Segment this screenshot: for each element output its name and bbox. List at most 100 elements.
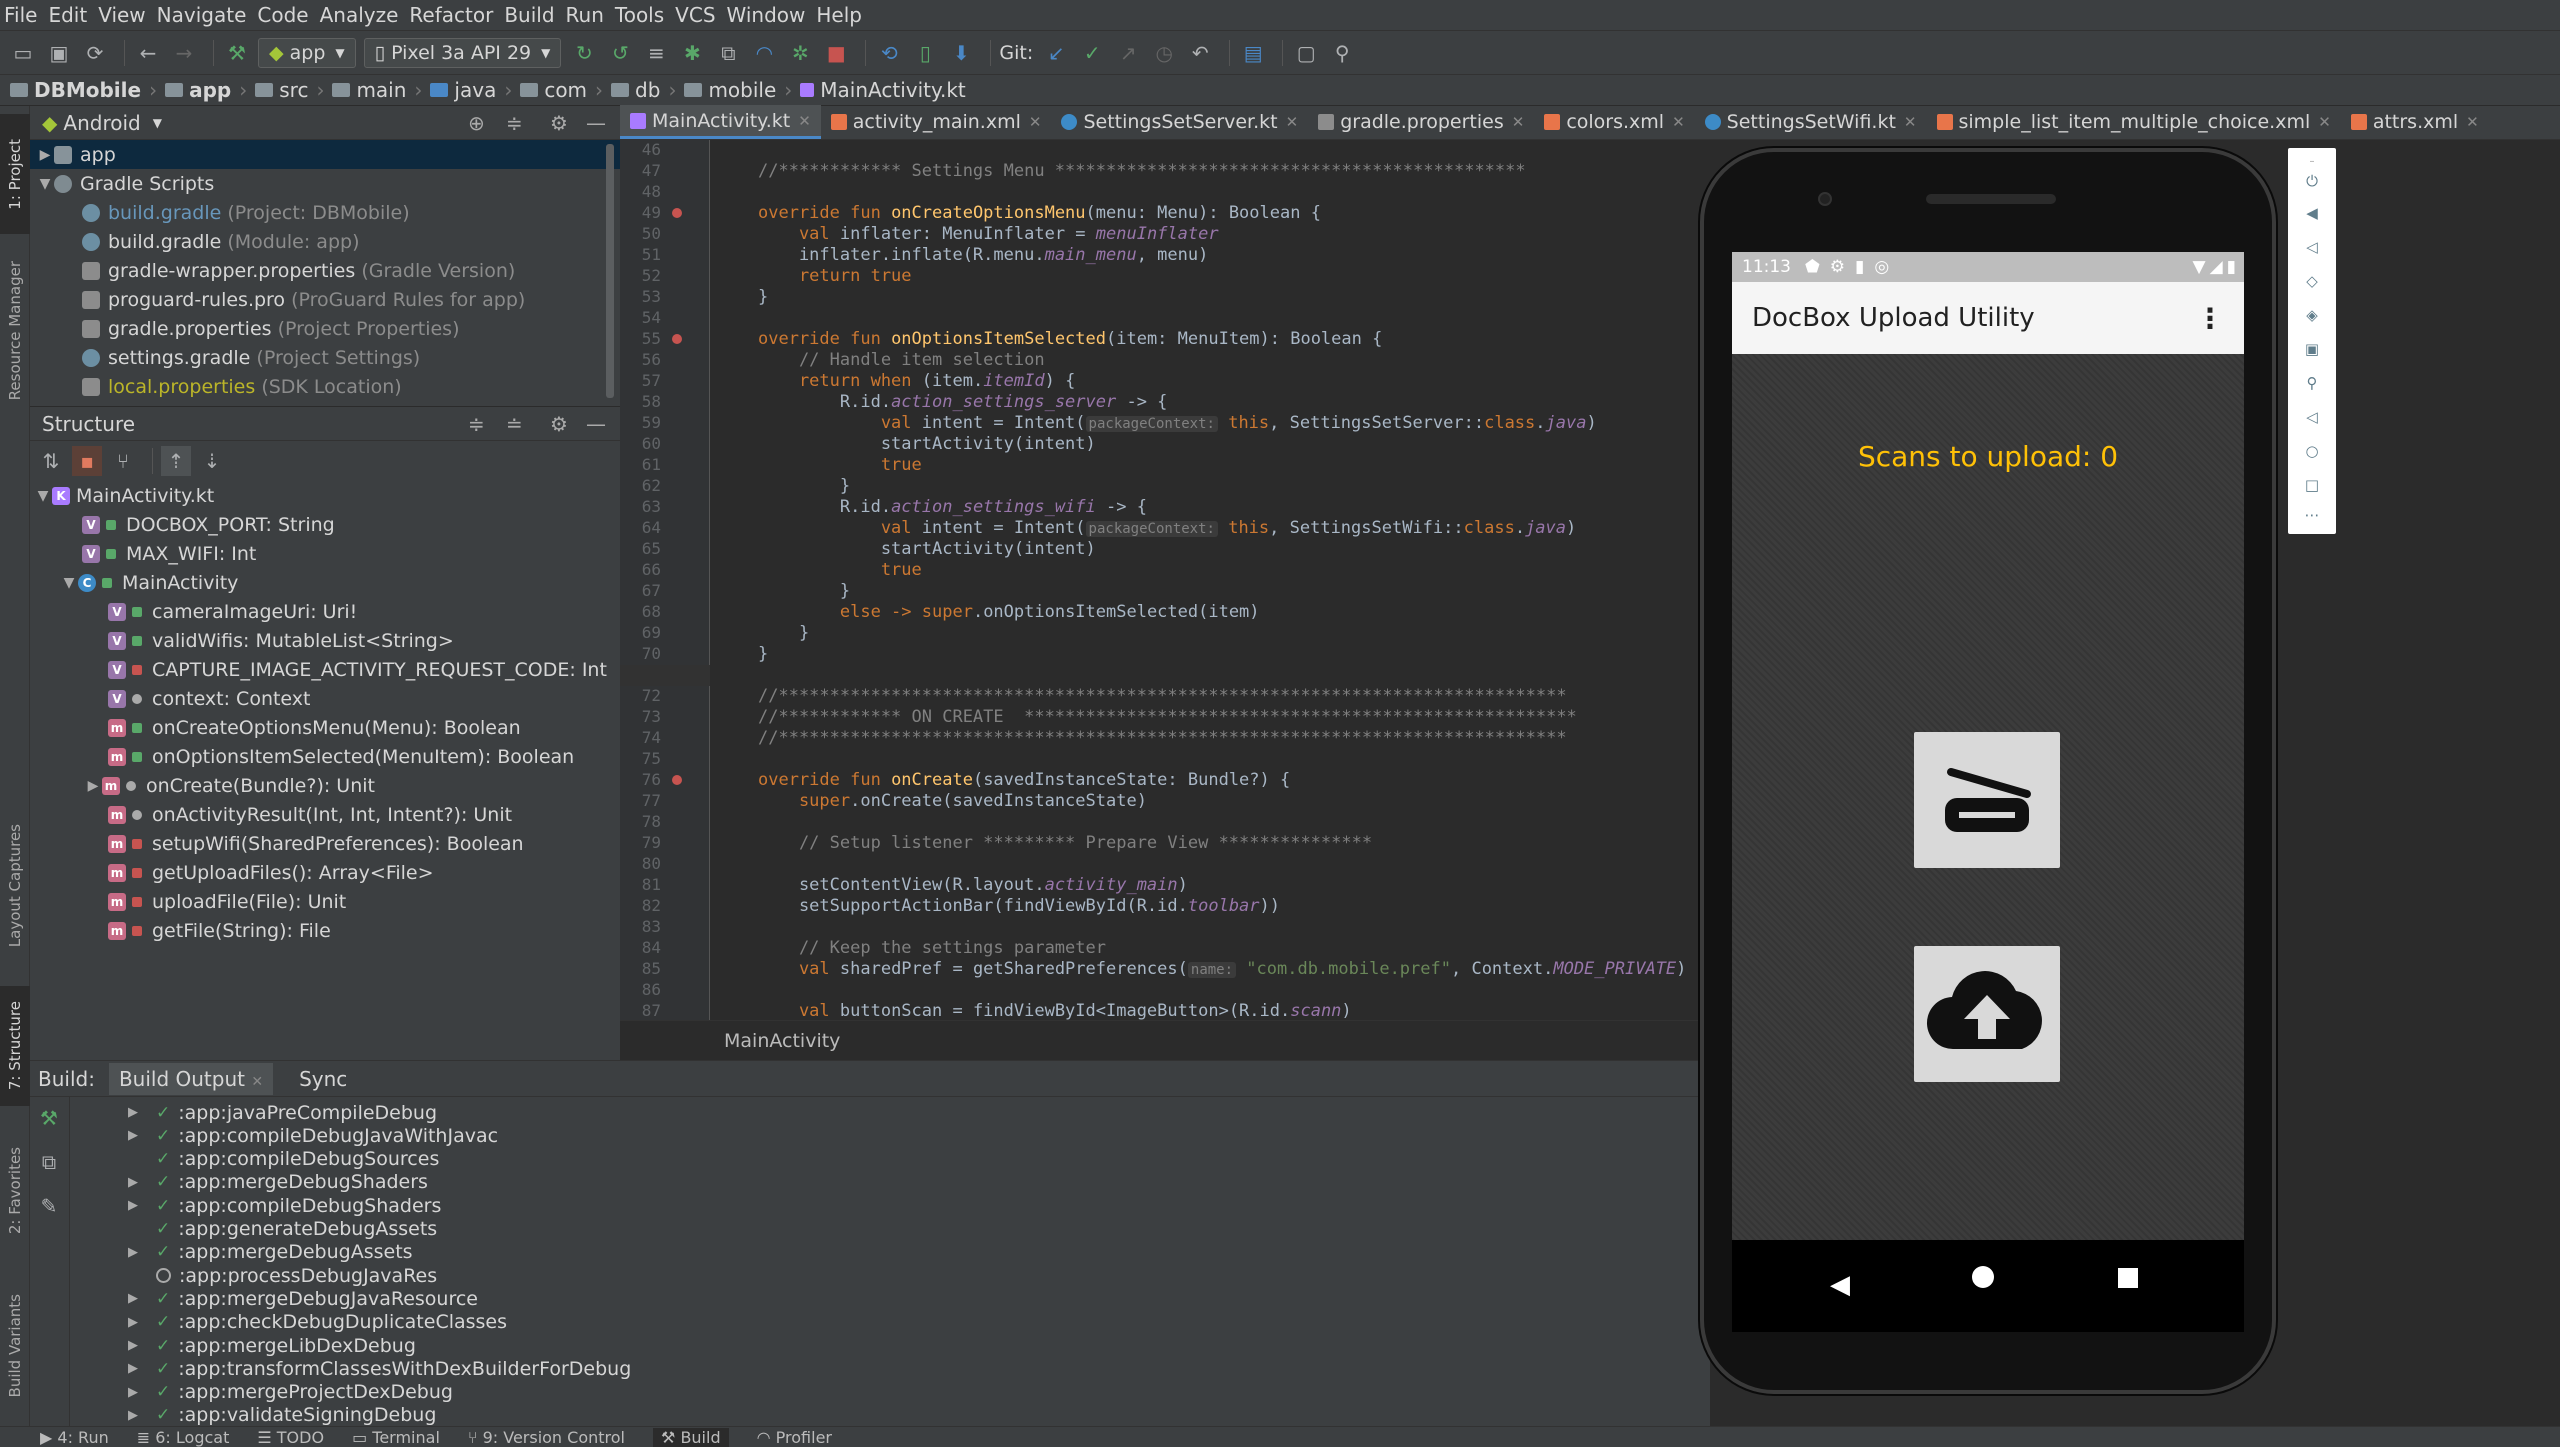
expand-arrow-icon[interactable]: ▶ xyxy=(128,1385,138,1400)
favorites-tab[interactable]: 2: Favorites xyxy=(0,1126,30,1256)
breadcrumb-src[interactable]: src › xyxy=(255,78,332,102)
gradle-sync-icon[interactable]: ⟲ xyxy=(874,38,904,68)
breadcrumb-db[interactable]: db › xyxy=(611,78,684,102)
structure-item[interactable]: Vcontext: Context xyxy=(30,684,620,713)
build-tool-button[interactable]: ⚒ Build xyxy=(653,1427,729,1447)
project-tool-tab[interactable]: 1: Project xyxy=(0,114,30,234)
structure-item[interactable]: m getUploadFiles(): Array<File> xyxy=(30,858,620,887)
expand-all-icon[interactable]: ≑ xyxy=(468,412,485,436)
expand-arrow-icon[interactable]: ▶ xyxy=(128,1128,138,1143)
more-icon[interactable]: ⋯ xyxy=(2303,506,2321,524)
version-control-tool-button[interactable]: ⑂ 9: Version Control xyxy=(468,1428,625,1447)
debug-icon[interactable]: ✱ xyxy=(677,38,707,68)
coverage-icon[interactable]: ⧉ xyxy=(713,38,743,68)
breadcrumb-project[interactable]: DBMobile › xyxy=(10,78,165,102)
structure-item[interactable]: ▼ C MainActivity xyxy=(30,568,620,597)
home-nav-icon[interactable] xyxy=(1972,1266,1994,1288)
volume-up-icon[interactable]: ◀ xyxy=(2303,204,2321,222)
menu-file[interactable]: File xyxy=(4,3,37,27)
scan-button[interactable] xyxy=(1914,732,2060,868)
zoom-icon[interactable]: ⚲ xyxy=(2303,374,2321,392)
build-task-row[interactable]: ▶ ✓:app:mergeDebugJavaResource xyxy=(128,1287,478,1310)
chevron-down-icon[interactable]: ▼ xyxy=(153,116,162,130)
tab-colors-xml[interactable]: colors.xml ✕ xyxy=(1534,105,1694,139)
close-icon[interactable]: ✕ xyxy=(251,1074,263,1090)
project-view-selector[interactable]: Android xyxy=(63,111,140,135)
breadcrumb-app[interactable]: app › xyxy=(165,78,255,102)
collapse-arrow-icon[interactable]: ▼ xyxy=(36,176,54,192)
close-icon[interactable]: ✕ xyxy=(2318,113,2331,131)
todo-tool-button[interactable]: ☰ TODO xyxy=(257,1428,324,1447)
back-nav-icon[interactable]: ◀ xyxy=(1830,1270,1850,1300)
toggle-view-icon[interactable]: ⧉ xyxy=(34,1147,64,1177)
sort-alpha-icon[interactable]: ⇅ xyxy=(36,446,66,476)
upload-button[interactable] xyxy=(1914,946,2060,1082)
build-task-row[interactable]: ✓:app:compileDebugSources xyxy=(156,1148,439,1171)
close-icon[interactable]: ✕ xyxy=(1286,113,1299,131)
structure-tool-tab[interactable]: 7: Structure xyxy=(0,986,30,1106)
structure-item[interactable]: V CAPTURE_IMAGE_ACTIVITY_REQUEST_CODE: In… xyxy=(30,655,620,684)
structure-item[interactable]: VvalidWifis: MutableList<String> xyxy=(30,626,620,655)
tab-activity-main-xml[interactable]: activity_main.xml ✕ xyxy=(821,105,1052,139)
build-task-row[interactable]: ▶ ✓:app:checkDebugDuplicateClasses xyxy=(128,1311,507,1334)
expand-arrow-icon[interactable]: ▶ xyxy=(128,1315,138,1330)
search-icon[interactable]: ⚲ xyxy=(1327,38,1357,68)
rotate-right-icon[interactable]: ◈ xyxy=(2303,306,2321,324)
close-icon[interactable]: ✕ xyxy=(1672,113,1685,131)
breadcrumb-java[interactable]: java › xyxy=(430,78,520,102)
save-all-icon[interactable]: ▣ xyxy=(44,38,74,68)
tree-item-local-properties[interactable]: local.properties (SDK Location) xyxy=(30,372,620,401)
expand-arrow-icon[interactable]: ▶ xyxy=(128,1175,138,1190)
structure-item[interactable]: m setupWifi(SharedPreferences): Boolean xyxy=(30,829,620,858)
git-update-icon[interactable]: ↙ xyxy=(1041,38,1071,68)
build-task-row[interactable]: ▶ ✓:app:javaPreCompileDebug xyxy=(128,1101,437,1124)
build-task-row[interactable]: ▶ ✓:app:transformClassesWithDexBuilderFor… xyxy=(128,1357,631,1380)
locate-icon[interactable]: ⊕ xyxy=(468,111,485,135)
close-icon[interactable]: ✕ xyxy=(1904,113,1917,131)
expand-arrow-icon[interactable]: ▶ xyxy=(128,1105,138,1120)
build-task-row[interactable]: ▶ ✓:app:validateSigningDebug xyxy=(128,1404,436,1427)
git-rollback-icon[interactable]: ↶ xyxy=(1185,38,1215,68)
overview-icon[interactable]: □ xyxy=(2303,476,2321,494)
profiler-tool-button[interactable]: ◠ Profiler xyxy=(757,1428,832,1447)
logcat-tool-button[interactable]: ≣ 6: Logcat xyxy=(137,1428,230,1447)
build-task-row[interactable]: ▶ ✓:app:mergeDebugAssets xyxy=(128,1241,413,1264)
expand-arrow-icon[interactable]: ▶ xyxy=(36,147,54,163)
menu-code[interactable]: Code xyxy=(257,3,308,27)
stop-icon[interactable]: ■ xyxy=(821,38,851,68)
sdk-manager-icon[interactable]: ⬇ xyxy=(946,38,976,68)
hammer-icon[interactable]: ⚒ xyxy=(34,1103,64,1133)
expand-arrow-icon[interactable]: ▶ xyxy=(128,1291,138,1306)
code-editor[interactable]: //************ Settings Menu ***********… xyxy=(710,140,1710,1020)
attach-debugger-icon[interactable]: ✲ xyxy=(785,38,815,68)
breadcrumb-com[interactable]: com › xyxy=(520,78,611,102)
expand-arrow-icon[interactable]: ▶ xyxy=(128,1361,138,1376)
structure-item[interactable]: VcameraImageUri: Uri! xyxy=(30,597,620,626)
forward-arrow-icon[interactable]: → xyxy=(169,38,199,68)
camera-icon[interactable]: ▣ xyxy=(2303,340,2321,358)
build-task-row[interactable]: :app:processDebugJavaRes xyxy=(156,1264,437,1287)
minimize-icon[interactable]: — xyxy=(586,111,606,135)
expand-arrow-icon[interactable]: ▶ xyxy=(128,1338,138,1353)
volume-down-icon[interactable]: ◁ xyxy=(2303,238,2321,256)
resource-manager-tab[interactable]: Resource Manager xyxy=(0,246,30,416)
breadcrumb-mobile[interactable]: mobile › xyxy=(684,78,800,102)
layout-captures-tab[interactable]: Layout Captures xyxy=(0,806,30,966)
build-task-row[interactable]: ▶ ✓:app:mergeLibDexDebug xyxy=(128,1334,416,1357)
structure-item[interactable]: ▶ m onCreate(Bundle?): Unit xyxy=(30,771,620,800)
back-icon[interactable]: ◁ xyxy=(2303,408,2321,426)
run-list-icon[interactable]: ≡ xyxy=(641,38,671,68)
power-icon[interactable]: ⏻ xyxy=(2303,172,2321,190)
build-task-row[interactable]: ▶ ✓:app:compileDebugJavaWithJavac xyxy=(128,1124,498,1147)
device-screen[interactable]: 11:13 ⬟ ⚙ ▮ ◎ ▼ ◢ ▮ DocBox Upload Utilit… xyxy=(1732,252,2244,1332)
editor-structure-breadcrumb[interactable]: MainActivity xyxy=(620,1020,1710,1060)
git-push-icon[interactable]: ↗ xyxy=(1113,38,1143,68)
recents-nav-icon[interactable] xyxy=(2118,1268,2138,1288)
override-marker-icon[interactable] xyxy=(672,775,682,785)
sync-icon[interactable]: ⟳ xyxy=(80,38,110,68)
tab-simple-list-item-xml[interactable]: simple_list_item_multiple_choice.xml ✕ xyxy=(1927,105,2341,139)
structure-item[interactable]: m onCreateOptionsMenu(Menu): Boolean xyxy=(30,713,620,742)
avd-manager-icon[interactable]: ▯ xyxy=(910,38,940,68)
build-task-row[interactable]: ▶ ✓:app:compileDebugShaders xyxy=(128,1194,441,1217)
collapse-all-icon[interactable]: ≑ xyxy=(506,111,523,135)
